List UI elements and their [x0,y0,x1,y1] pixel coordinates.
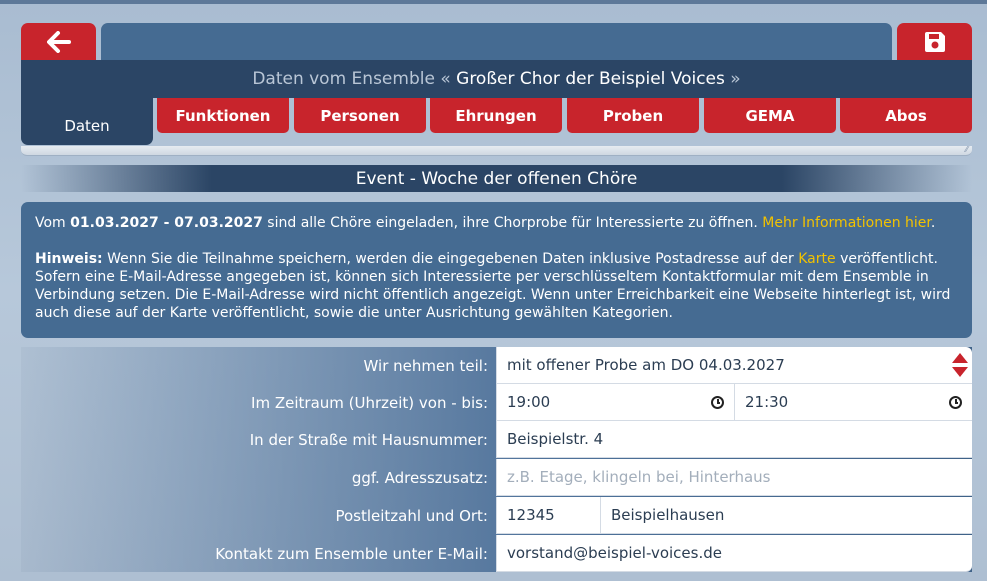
tab-funktionen[interactable]: Funktionen [157,98,289,133]
participation-value: mit offener Probe am DO 04.03.2027 [507,356,785,374]
info-text: sind alle Chöre eingeladen, ihre Chorpro… [262,215,763,231]
time-label: Im Zeitraum (Uhrzeit) von - bis: [251,393,488,412]
form-row-participation: Wir nehmen teil: mit offener Probe am DO… [21,347,972,384]
tab-daten[interactable]: Daten [21,98,153,145]
tab-personen[interactable]: Personen [294,98,426,133]
event-info-box: Vom 01.03.2027 - 07.03.2027 sind alle Ch… [21,202,972,338]
arrow-left-icon [46,30,71,53]
ensemble-header: Daten vom Ensemble « Großer Chor der Bei… [21,60,972,98]
top-strip [0,0,987,4]
select-arrows-icon [952,353,968,379]
event-dates: 01.03.2027 - 07.03.2027 [70,215,263,231]
tab-proben[interactable]: Proben [567,98,699,133]
participation-select[interactable]: mit offener Probe am DO 04.03.2027 [496,347,972,384]
top-bar [101,23,892,60]
form-row-city: Postleitzahl und Ort: 12345 Beispielhaus… [21,497,972,534]
clock-icon[interactable] [949,396,962,409]
tab-content-strip: ⁄⁄ [21,145,972,156]
participation-form: Wir nehmen teil: mit offener Probe am DO… [21,347,972,572]
header-quote-open: « [440,69,451,89]
hint-label: Hinweis: [35,251,103,267]
map-link[interactable]: Karte [798,251,835,267]
header-prefix: Daten vom Ensemble [252,69,435,89]
hint-paragraph: Hinweis: Wenn Sie die Teilnahme speicher… [35,250,958,322]
form-row-email: Kontakt zum Ensemble unter E-Mail: vorst… [21,535,972,572]
time-from-value: 19:00 [507,393,551,411]
event-date-line: Vom 01.03.2027 - 07.03.2027 sind alle Ch… [35,214,958,232]
ensemble-name: Großer Chor der Beispiel Voices [456,69,725,89]
header-quote-close: » [730,69,741,89]
back-button[interactable] [21,23,96,60]
save-button[interactable] [897,23,972,60]
form-row-time: Im Zeitraum (Uhrzeit) von - bis: 19:00 2… [21,384,972,421]
time-from-input[interactable]: 19:00 [496,384,734,421]
tab-bar: Daten Funktionen Personen Ehrungen Probe… [21,98,972,146]
form-row-address-extra: ggf. Adresszusatz: z.B. Etage, klingeln … [21,459,972,496]
address-extra-label: ggf. Adresszusatz: [351,468,488,487]
tab-gema[interactable]: GEMA [704,98,836,133]
email-value: vorstand@beispiel-voices.de [507,544,722,562]
street-value: Beispielstr. 4 [507,430,604,448]
hint-text: Wenn Sie die Teilnahme speichern, werden… [102,251,799,267]
city-value: Beispielhausen [611,506,725,524]
zip-input[interactable]: 12345 [496,497,600,534]
info-text: Vom [35,215,71,231]
info-text: . [930,215,936,231]
save-icon [924,31,945,52]
city-label: Postleitzahl und Ort: [335,506,488,525]
tab-abos[interactable]: Abos [840,98,972,133]
event-title: Event - Woche der offenen Chöre [21,165,972,192]
time-to-input[interactable]: 21:30 [734,384,972,421]
zip-value: 12345 [507,506,555,524]
address-extra-input[interactable]: z.B. Etage, klingeln bei, Hinterhaus [496,459,972,496]
email-label: Kontakt zum Ensemble unter E-Mail: [215,544,488,563]
time-to-value: 21:30 [745,393,789,411]
street-label: In der Straße mit Hausnummer: [249,430,488,449]
address-extra-placeholder: z.B. Etage, klingeln bei, Hinterhaus [507,468,771,486]
form-row-street: In der Straße mit Hausnummer: Beispielst… [21,421,972,458]
participation-label: Wir nehmen teil: [363,356,488,375]
more-info-link[interactable]: Mehr Informationen hier [762,215,931,231]
clock-icon[interactable] [711,396,724,409]
tab-ehrungen[interactable]: Ehrungen [430,98,562,133]
street-input[interactable]: Beispielstr. 4 [496,421,972,458]
resize-grip-icon[interactable]: ⁄⁄ [965,145,968,154]
city-input[interactable]: Beispielhausen [600,497,972,534]
email-input[interactable]: vorstand@beispiel-voices.de [496,535,972,572]
